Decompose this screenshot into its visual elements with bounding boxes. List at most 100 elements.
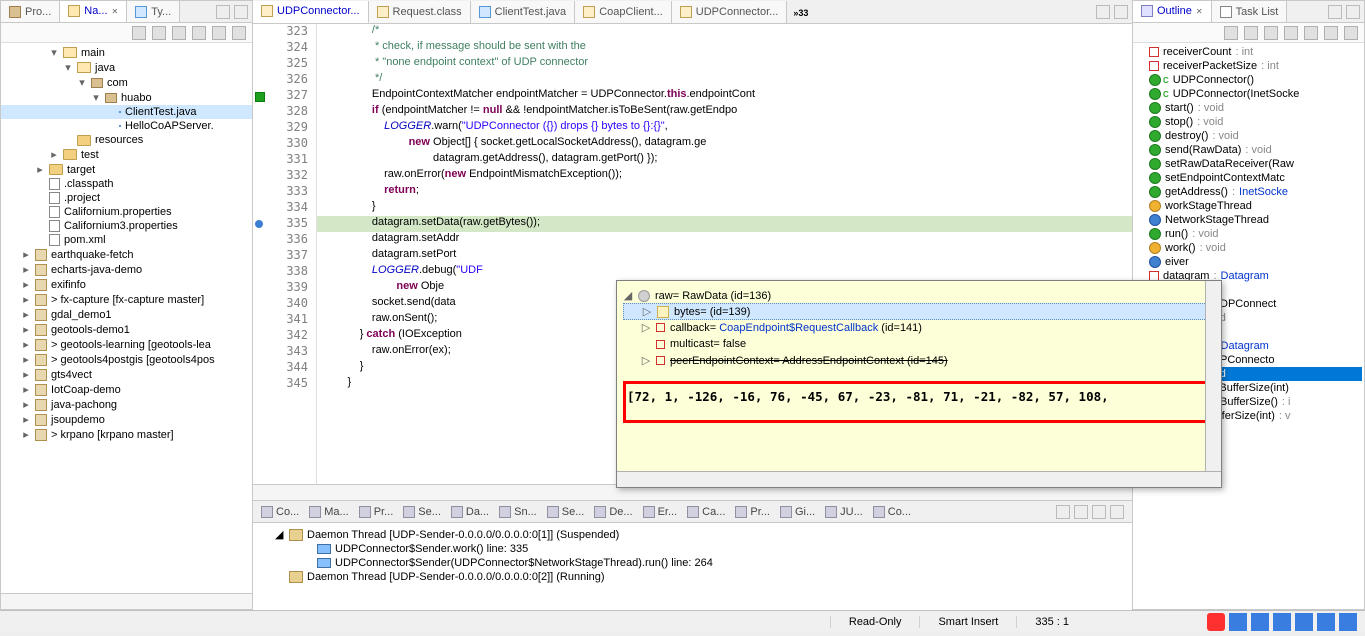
tree-item[interactable]: HelloCoAPServer. — [1, 119, 252, 133]
outline-item[interactable]: setEndpointContextMatc — [1135, 171, 1362, 185]
outline-menu[interactable] — [1344, 26, 1358, 40]
expand-icon[interactable]: ▸ — [21, 293, 31, 306]
tree-item[interactable]: Californium3.properties — [1, 219, 252, 233]
bottom-toggle1[interactable] — [1056, 505, 1070, 519]
tree-item[interactable]: ▸gts4vect — [1, 367, 252, 382]
line-number[interactable]: 327 — [253, 88, 316, 104]
thread-item[interactable]: Daemon Thread [UDP-Sender-0.0.0.0/0.0.0.… — [275, 570, 1110, 584]
thread-item[interactable]: ◢Daemon Thread [UDP-Sender-0.0.0.0/0.0.0… — [275, 527, 1110, 542]
tree-item[interactable]: ▾com — [1, 75, 252, 90]
outline-item[interactable]: CUDPConnector(InetSocke — [1135, 87, 1362, 101]
line-number[interactable]: 334 — [253, 200, 316, 216]
outline-maximize[interactable] — [1346, 5, 1360, 19]
code-line[interactable]: } — [317, 200, 1132, 216]
editor-gutter[interactable]: 3233243253263273283293303313323333343353… — [253, 24, 317, 484]
code-line[interactable]: datagram.setData(raw.getBytes()); — [317, 216, 1132, 232]
expand-icon[interactable]: ▸ — [21, 413, 31, 426]
line-number[interactable]: 335 — [253, 216, 316, 232]
tab-type[interactable]: Ty... — [127, 1, 180, 23]
outline-item[interactable]: setRawDataReceiver(Raw — [1135, 157, 1362, 171]
view-tab[interactable]: Se... — [543, 506, 589, 518]
outline-item[interactable]: getAddress() : InetSocke — [1135, 185, 1362, 199]
maximize-view[interactable] — [234, 5, 248, 19]
editor-maximize[interactable] — [1114, 5, 1128, 19]
line-number[interactable]: 345 — [253, 376, 316, 392]
menu-button[interactable] — [232, 26, 246, 40]
tree-item[interactable]: .project — [1, 191, 252, 205]
bottom-toggle2[interactable] — [1074, 505, 1088, 519]
view-tab[interactable]: Pr... — [355, 506, 398, 518]
line-number[interactable]: 337 — [253, 248, 316, 264]
az-button[interactable] — [1244, 26, 1258, 40]
line-number[interactable]: 339 — [253, 280, 316, 296]
line-number[interactable]: 333 — [253, 184, 316, 200]
view-tab[interactable]: Da... — [447, 506, 493, 518]
expand-icon[interactable]: ▸ — [21, 353, 31, 366]
tray-icon-5[interactable] — [1317, 613, 1335, 631]
line-number[interactable]: 341 — [253, 312, 316, 328]
tab-tasklist[interactable]: Task List — [1212, 1, 1288, 23]
expand-icon[interactable]: ▸ — [21, 308, 31, 321]
line-number[interactable]: 325 — [253, 56, 316, 72]
tray-icon-6[interactable] — [1339, 613, 1357, 631]
outline-item[interactable]: receiverPacketSize: int — [1135, 59, 1362, 73]
tree-item[interactable]: ▸echarts-java-demo — [1, 262, 252, 277]
line-number[interactable]: 324 — [253, 40, 316, 56]
hide-nonpub-button[interactable] — [1304, 26, 1318, 40]
editor-minimize[interactable] — [1096, 5, 1110, 19]
outline-item[interactable]: receiverCount: int — [1135, 45, 1362, 59]
expand-icon[interactable]: ▸ — [21, 248, 31, 261]
expand-icon[interactable]: ▸ — [21, 368, 31, 381]
outline-minimize[interactable] — [1328, 5, 1342, 19]
stack-frame[interactable]: UDPConnector$Sender(UDPConnector$Network… — [275, 556, 1110, 570]
view-tab[interactable]: Gi... — [776, 506, 819, 518]
editor-tab[interactable]: Request.class — [369, 1, 471, 23]
sort-button[interactable] — [1224, 26, 1238, 40]
expand-icon[interactable]: ▾ — [49, 46, 59, 59]
view-tab[interactable]: JU... — [821, 506, 867, 518]
line-number[interactable]: 326 — [253, 72, 316, 88]
expand-icon[interactable]: ▷ — [641, 354, 651, 367]
line-number[interactable]: 328 — [253, 104, 316, 120]
expand-icon[interactable]: ▾ — [63, 61, 73, 74]
line-number[interactable]: 344 — [253, 360, 316, 376]
line-number[interactable]: 329 — [253, 120, 316, 136]
view-tab[interactable]: Pr... — [731, 506, 774, 518]
outline-item[interactable]: stop() : void — [1135, 115, 1362, 129]
debug-hover-popup[interactable]: ◢raw= RawData (id=136)▷bytes= (id=139)▷c… — [616, 280, 1222, 488]
line-number[interactable]: 330 — [253, 136, 316, 152]
expand-icon[interactable]: ▸ — [21, 263, 31, 276]
expand-icon[interactable]: ▸ — [49, 148, 59, 161]
code-line[interactable]: new Object[] { socket.getLocalSocketAddr… — [317, 136, 1132, 152]
line-number[interactable]: 332 — [253, 168, 316, 184]
expand-icon[interactable]: ▾ — [77, 76, 87, 89]
hide-fields-button[interactable] — [1264, 26, 1278, 40]
code-line[interactable]: */ — [317, 72, 1132, 88]
code-line[interactable]: LOGGER.warn("UDPConnector ({}) drops {} … — [317, 120, 1132, 136]
outline-item[interactable]: eiver — [1135, 255, 1362, 269]
line-number[interactable]: 340 — [253, 296, 316, 312]
fwd-button[interactable] — [152, 26, 166, 40]
debug-stack-panel[interactable]: ◢Daemon Thread [UDP-Sender-0.0.0.0/0.0.0… — [253, 522, 1132, 610]
view-tab[interactable]: Co... — [869, 506, 915, 518]
debug-variable-row[interactable]: ▷peerEndpointContext= AddressEndpointCon… — [623, 352, 1215, 369]
up-button[interactable] — [172, 26, 186, 40]
line-number[interactable]: 336 — [253, 232, 316, 248]
view-tab[interactable]: Sn... — [495, 506, 541, 518]
tree-item[interactable]: ▸exifinfo — [1, 277, 252, 292]
tree-item[interactable]: ▸> fx-capture [fx-capture master] — [1, 292, 252, 307]
tree-item[interactable]: ▸target — [1, 162, 252, 177]
collapse-button[interactable] — [192, 26, 206, 40]
outline-item[interactable]: CUDPConnector() — [1135, 73, 1362, 87]
tray-icon-1[interactable] — [1229, 613, 1247, 631]
left-hscroll[interactable] — [1, 593, 252, 609]
tray-icon-4[interactable] — [1295, 613, 1313, 631]
line-number[interactable]: 342 — [253, 328, 316, 344]
outline-item[interactable]: run() : void — [1135, 227, 1362, 241]
tree-item[interactable]: ClientTest.java — [1, 105, 252, 119]
expand-icon[interactable]: ▸ — [21, 338, 31, 351]
line-number[interactable]: 331 — [253, 152, 316, 168]
debug-variable-row[interactable]: ▷callback= CoapEndpoint$RequestCallback … — [623, 319, 1215, 336]
code-line[interactable]: if (endpointMatcher != null && !endpoint… — [317, 104, 1132, 120]
tree-item[interactable]: ▾main — [1, 45, 252, 60]
